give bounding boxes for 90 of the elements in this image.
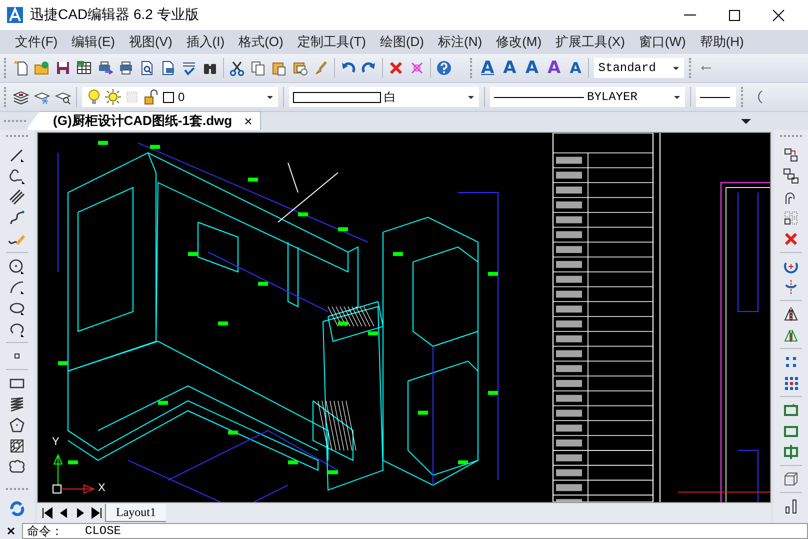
color-swatch-icon <box>162 89 175 105</box>
close-icon[interactable] <box>770 7 786 23</box>
window-title: 迅捷CAD编辑器 6.2 专业版 <box>30 6 199 24</box>
last-page-icon[interactable] <box>89 506 103 520</box>
menu-item[interactable]: 格式(O) <box>232 33 290 51</box>
ellipse-arc-icon[interactable] <box>9 321 25 337</box>
line-icon[interactable] <box>9 147 25 163</box>
text-tool-button[interactable]: A <box>501 58 518 78</box>
menu-item[interactable]: 视图(V) <box>122 33 180 51</box>
array-icon[interactable] <box>783 210 799 226</box>
padlock-icon <box>143 89 159 105</box>
menu-item[interactable]: 插入(I) <box>179 33 232 51</box>
command-text: CLOSE <box>85 524 122 538</box>
scale-icon[interactable] <box>783 423 799 439</box>
box-icon[interactable] <box>783 471 799 487</box>
print-preview-icon[interactable] <box>139 60 155 76</box>
multiline-icon[interactable] <box>9 189 25 205</box>
cloud-icon[interactable] <box>9 459 25 475</box>
axis-label: Y <box>52 436 60 448</box>
axis-label: X <box>98 482 106 494</box>
command-prompt: 命令： <box>27 522 63 539</box>
text-tool-button[interactable]: A <box>523 58 541 78</box>
help-icon[interactable] <box>436 60 452 76</box>
line-sample <box>700 96 730 98</box>
dropdown-arrow-icon[interactable] <box>467 94 475 100</box>
text-tool-button[interactable]: A <box>568 59 584 77</box>
brush-icon[interactable] <box>313 60 329 76</box>
circle-icon[interactable] <box>9 258 25 274</box>
tab-title: (G)厨柜设计CAD图纸-1套.dwg <box>53 112 232 130</box>
menu-item[interactable]: 文件(F) <box>8 33 65 51</box>
layers-icon[interactable] <box>13 89 29 105</box>
menu-item[interactable]: 标注(N) <box>431 33 490 51</box>
hatch-icon[interactable] <box>9 438 25 454</box>
sync-arrows-icon[interactable] <box>9 500 25 516</box>
copy-objects-icon[interactable] <box>783 147 799 163</box>
helix-icon[interactable] <box>9 396 25 412</box>
polyline-icon[interactable] <box>9 168 25 184</box>
rect-array-icon[interactable] <box>783 354 799 370</box>
layer-dropdown[interactable]: 0 <box>82 87 278 107</box>
first-page-icon[interactable] <box>41 506 55 520</box>
overflow-arrow-icon[interactable] <box>740 117 752 125</box>
paste-icon[interactable] <box>271 60 287 76</box>
tab-close-button[interactable]: × <box>244 113 252 129</box>
new-file-icon[interactable] <box>13 60 29 76</box>
menu-item[interactable]: 帮助(H) <box>692 33 751 51</box>
page-setup-icon[interactable] <box>160 60 176 76</box>
color-dropdown[interactable]: 白 <box>289 87 479 107</box>
text-tool-button[interactable]: A <box>546 58 563 78</box>
multiple-copy-icon[interactable] <box>783 168 799 184</box>
menu-item[interactable]: 扩展工具(X) <box>548 33 632 51</box>
save-icon[interactable] <box>55 60 71 76</box>
text-tool-button[interactable]: A <box>479 58 496 78</box>
dropdown-arrow-icon[interactable] <box>266 94 274 100</box>
menu-item[interactable]: 编辑(E) <box>64 33 122 51</box>
copy-icon[interactable] <box>250 60 266 76</box>
close-icon[interactable] <box>6 526 16 536</box>
layout-tab[interactable]: Layout1 <box>105 504 166 522</box>
mirror-copy-icon[interactable] <box>783 327 799 343</box>
spline-icon[interactable] <box>9 210 25 226</box>
arc-tool-icon[interactable] <box>9 279 25 295</box>
printer-arrow-icon[interactable] <box>97 60 113 76</box>
table-icon[interactable] <box>76 60 92 76</box>
spell-check-icon[interactable] <box>181 60 197 76</box>
open-folder-icon[interactable] <box>34 60 50 76</box>
document-tab[interactable]: (G)厨柜设计CAD图纸-1套.dwg × <box>26 111 262 130</box>
delete-icon[interactable] <box>388 60 404 76</box>
menu-item[interactable]: 定制工具(T) <box>290 33 373 51</box>
dropdown-arrow-icon[interactable] <box>673 94 681 100</box>
menu-item[interactable]: 绘图(D) <box>372 33 432 51</box>
menu-item[interactable]: 窗口(W) <box>632 33 693 51</box>
ellipse-icon[interactable] <box>9 300 25 316</box>
sun-icon <box>105 89 121 105</box>
printer-icon[interactable] <box>118 60 134 76</box>
erase-icon[interactable] <box>783 231 799 247</box>
paste-special-icon[interactable] <box>292 60 308 76</box>
scissors-icon[interactable] <box>229 60 245 76</box>
lightbulb-icon <box>86 89 102 105</box>
text-style-dropdown[interactable]: Standard <box>594 58 684 78</box>
app-logo-icon <box>6 6 24 24</box>
menu-item[interactable]: 修改(M) <box>489 33 549 51</box>
rotate-axis-icon[interactable] <box>783 279 799 295</box>
linetype-dropdown[interactable]: BYLAYER <box>490 87 685 107</box>
lineweight-dropdown[interactable] <box>696 87 736 107</box>
polygon-icon[interactable] <box>9 417 25 433</box>
dropdown-arrow-icon[interactable] <box>672 65 680 71</box>
grid-array-icon[interactable] <box>783 375 799 391</box>
command-line-field[interactable]: 命令： CLOSE <box>22 523 808 539</box>
maximize-icon[interactable] <box>726 7 742 23</box>
mirror-icon[interactable] <box>783 306 799 322</box>
ucs-axes-icon <box>52 452 95 494</box>
